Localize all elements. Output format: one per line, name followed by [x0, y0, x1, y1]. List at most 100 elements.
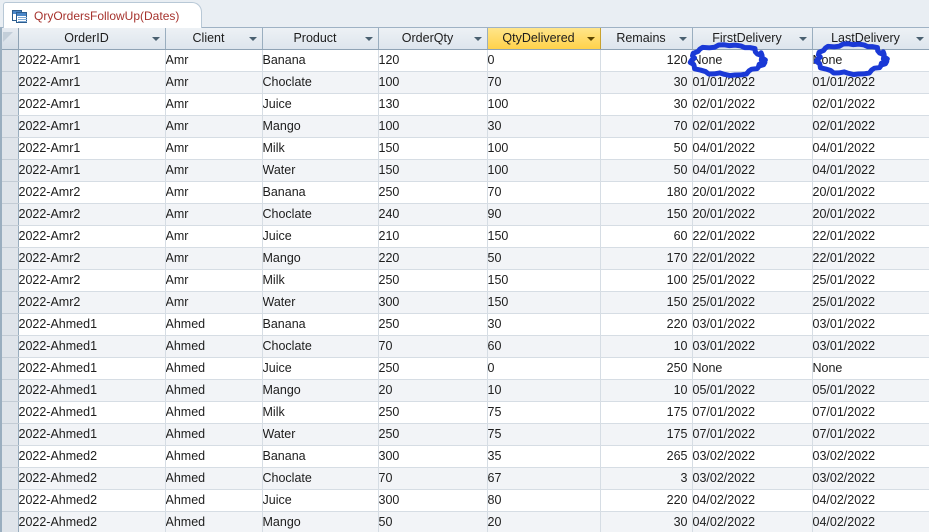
- cell-remains[interactable]: 180: [600, 181, 693, 204]
- table-row[interactable]: 2022-Ahmed2 Ahmed Juice 300 80 220 04/02/2022 0…: [0, 489, 929, 512]
- cell-order-qty[interactable]: 210: [378, 225, 488, 248]
- row-selector[interactable]: [0, 181, 19, 204]
- table-row[interactable]: 2022-Amr2 Amr Juice 210 150 60 22/01/2022 22/01…: [0, 225, 929, 248]
- cell-last-delivery[interactable]: 03/01/2022: [812, 335, 929, 358]
- cell-last-delivery[interactable]: 04/01/2022: [812, 137, 929, 160]
- cell-order-id[interactable]: 2022-Ahmed2: [18, 467, 166, 490]
- cell-product[interactable]: Choclate: [262, 335, 379, 358]
- cell-client[interactable]: Ahmed: [165, 511, 263, 532]
- row-selector[interactable]: [0, 71, 19, 94]
- cell-client[interactable]: Amr: [165, 93, 263, 116]
- cell-remains[interactable]: 175: [600, 423, 693, 446]
- cell-last-delivery[interactable]: 04/02/2022: [812, 511, 929, 532]
- cell-client[interactable]: Ahmed: [165, 489, 263, 512]
- cell-first-delivery[interactable]: 03/01/2022: [692, 335, 813, 358]
- cell-qty-delivered[interactable]: 90: [487, 203, 601, 226]
- row-selector[interactable]: [0, 511, 19, 532]
- cell-client[interactable]: Ahmed: [165, 445, 263, 468]
- cell-qty-delivered[interactable]: 100: [487, 93, 601, 116]
- chevron-down-icon[interactable]: [678, 37, 687, 41]
- cell-client[interactable]: Ahmed: [165, 401, 263, 424]
- table-row[interactable]: 2022-Ahmed1 Ahmed Milk 250 75 175 07/01/2022 07…: [0, 401, 929, 424]
- cell-qty-delivered[interactable]: 100: [487, 137, 601, 160]
- column-header-order-id[interactable]: OrderID: [18, 28, 166, 50]
- cell-qty-delivered[interactable]: 20: [487, 511, 601, 532]
- cell-last-delivery[interactable]: 25/01/2022: [812, 291, 929, 314]
- cell-last-delivery[interactable]: 03/01/2022: [812, 313, 929, 336]
- cell-order-id[interactable]: 2022-Amr1: [18, 49, 166, 72]
- row-selector[interactable]: [0, 423, 19, 446]
- cell-product[interactable]: Banana: [262, 49, 379, 72]
- cell-order-id[interactable]: 2022-Ahmed1: [18, 379, 166, 402]
- cell-first-delivery[interactable]: 01/01/2022: [692, 71, 813, 94]
- table-row[interactable]: 2022-Ahmed1 Ahmed Juice 250 0 250 None None: [0, 357, 929, 380]
- cell-order-id[interactable]: 2022-Ahmed2: [18, 511, 166, 532]
- table-row[interactable]: 2022-Ahmed2 Ahmed Banana 300 35 265 03/02/2022…: [0, 445, 929, 468]
- table-row[interactable]: 2022-Ahmed2 Ahmed Mango 50 20 30 04/02/2022 04/…: [0, 511, 929, 532]
- cell-client[interactable]: Ahmed: [165, 423, 263, 446]
- table-row[interactable]: 2022-Ahmed1 Ahmed Choclate 70 60 10 03/01/2022…: [0, 335, 929, 358]
- cell-client[interactable]: Ahmed: [165, 357, 263, 380]
- cell-client[interactable]: Amr: [165, 269, 263, 292]
- cell-remains[interactable]: 250: [600, 357, 693, 380]
- cell-remains[interactable]: 30: [600, 71, 693, 94]
- cell-remains[interactable]: 220: [600, 489, 693, 512]
- row-selector[interactable]: [0, 203, 19, 226]
- row-selector[interactable]: [0, 247, 19, 270]
- chevron-down-icon[interactable]: [364, 37, 373, 41]
- column-header-last-delivery[interactable]: LastDelivery: [812, 28, 929, 50]
- cell-last-delivery[interactable]: 07/01/2022: [812, 401, 929, 424]
- cell-order-id[interactable]: 2022-Ahmed2: [18, 489, 166, 512]
- cell-last-delivery[interactable]: 20/01/2022: [812, 203, 929, 226]
- cell-qty-delivered[interactable]: 75: [487, 423, 601, 446]
- cell-first-delivery[interactable]: 02/01/2022: [692, 115, 813, 138]
- chevron-down-icon[interactable]: [586, 37, 595, 41]
- cell-product[interactable]: Milk: [262, 401, 379, 424]
- cell-order-qty[interactable]: 130: [378, 93, 488, 116]
- cell-order-qty[interactable]: 100: [378, 115, 488, 138]
- cell-order-id[interactable]: 2022-Amr2: [18, 225, 166, 248]
- cell-product[interactable]: Water: [262, 423, 379, 446]
- cell-order-id[interactable]: 2022-Amr1: [18, 71, 166, 94]
- cell-order-id[interactable]: 2022-Ahmed1: [18, 313, 166, 336]
- cell-order-qty[interactable]: 70: [378, 467, 488, 490]
- cell-client[interactable]: Amr: [165, 159, 263, 182]
- table-row[interactable]: 2022-Amr2 Amr Mango 220 50 170 22/01/2022 22/01…: [0, 247, 929, 270]
- cell-order-id[interactable]: 2022-Amr2: [18, 247, 166, 270]
- cell-order-qty[interactable]: 150: [378, 159, 488, 182]
- cell-last-delivery[interactable]: 22/01/2022: [812, 225, 929, 248]
- cell-order-id[interactable]: 2022-Ahmed1: [18, 335, 166, 358]
- cell-remains[interactable]: 3: [600, 467, 693, 490]
- cell-order-qty[interactable]: 250: [378, 181, 488, 204]
- table-row[interactable]: 2022-Amr1 Amr Mango 100 30 70 02/01/2022 02/01/…: [0, 115, 929, 138]
- row-selector[interactable]: [0, 225, 19, 248]
- cell-product[interactable]: Banana: [262, 181, 379, 204]
- row-selector[interactable]: [0, 335, 19, 358]
- row-selector[interactable]: [0, 467, 19, 490]
- cell-first-delivery[interactable]: 22/01/2022: [692, 247, 813, 270]
- table-row[interactable]: 2022-Ahmed1 Ahmed Banana 250 30 220 03/01/2022…: [0, 313, 929, 336]
- cell-qty-delivered[interactable]: 150: [487, 225, 601, 248]
- cell-client[interactable]: Ahmed: [165, 335, 263, 358]
- cell-last-delivery[interactable]: 04/02/2022: [812, 489, 929, 512]
- cell-first-delivery[interactable]: 25/01/2022: [692, 291, 813, 314]
- cell-order-id[interactable]: 2022-Ahmed2: [18, 445, 166, 468]
- cell-client[interactable]: Ahmed: [165, 467, 263, 490]
- table-row[interactable]: 2022-Ahmed1 Ahmed Mango 20 10 10 05/01/2022 05/…: [0, 379, 929, 402]
- cell-order-qty[interactable]: 70: [378, 335, 488, 358]
- cell-qty-delivered[interactable]: 50: [487, 247, 601, 270]
- cell-product[interactable]: Juice: [262, 489, 379, 512]
- cell-order-id[interactable]: 2022-Amr1: [18, 159, 166, 182]
- cell-product[interactable]: Milk: [262, 137, 379, 160]
- row-selector[interactable]: [0, 115, 19, 138]
- cell-qty-delivered[interactable]: 0: [487, 357, 601, 380]
- cell-remains[interactable]: 175: [600, 401, 693, 424]
- cell-last-delivery[interactable]: 03/02/2022: [812, 467, 929, 490]
- column-header-first-delivery[interactable]: FirstDelivery: [692, 28, 813, 50]
- table-row[interactable]: 2022-Amr1 Amr Juice 130 100 30 02/01/2022 02/01…: [0, 93, 929, 116]
- column-header-remains[interactable]: Remains: [600, 28, 693, 50]
- cell-first-delivery[interactable]: 07/01/2022: [692, 401, 813, 424]
- chevron-down-icon[interactable]: [915, 37, 924, 41]
- cell-last-delivery[interactable]: 03/02/2022: [812, 445, 929, 468]
- cell-remains[interactable]: 50: [600, 137, 693, 160]
